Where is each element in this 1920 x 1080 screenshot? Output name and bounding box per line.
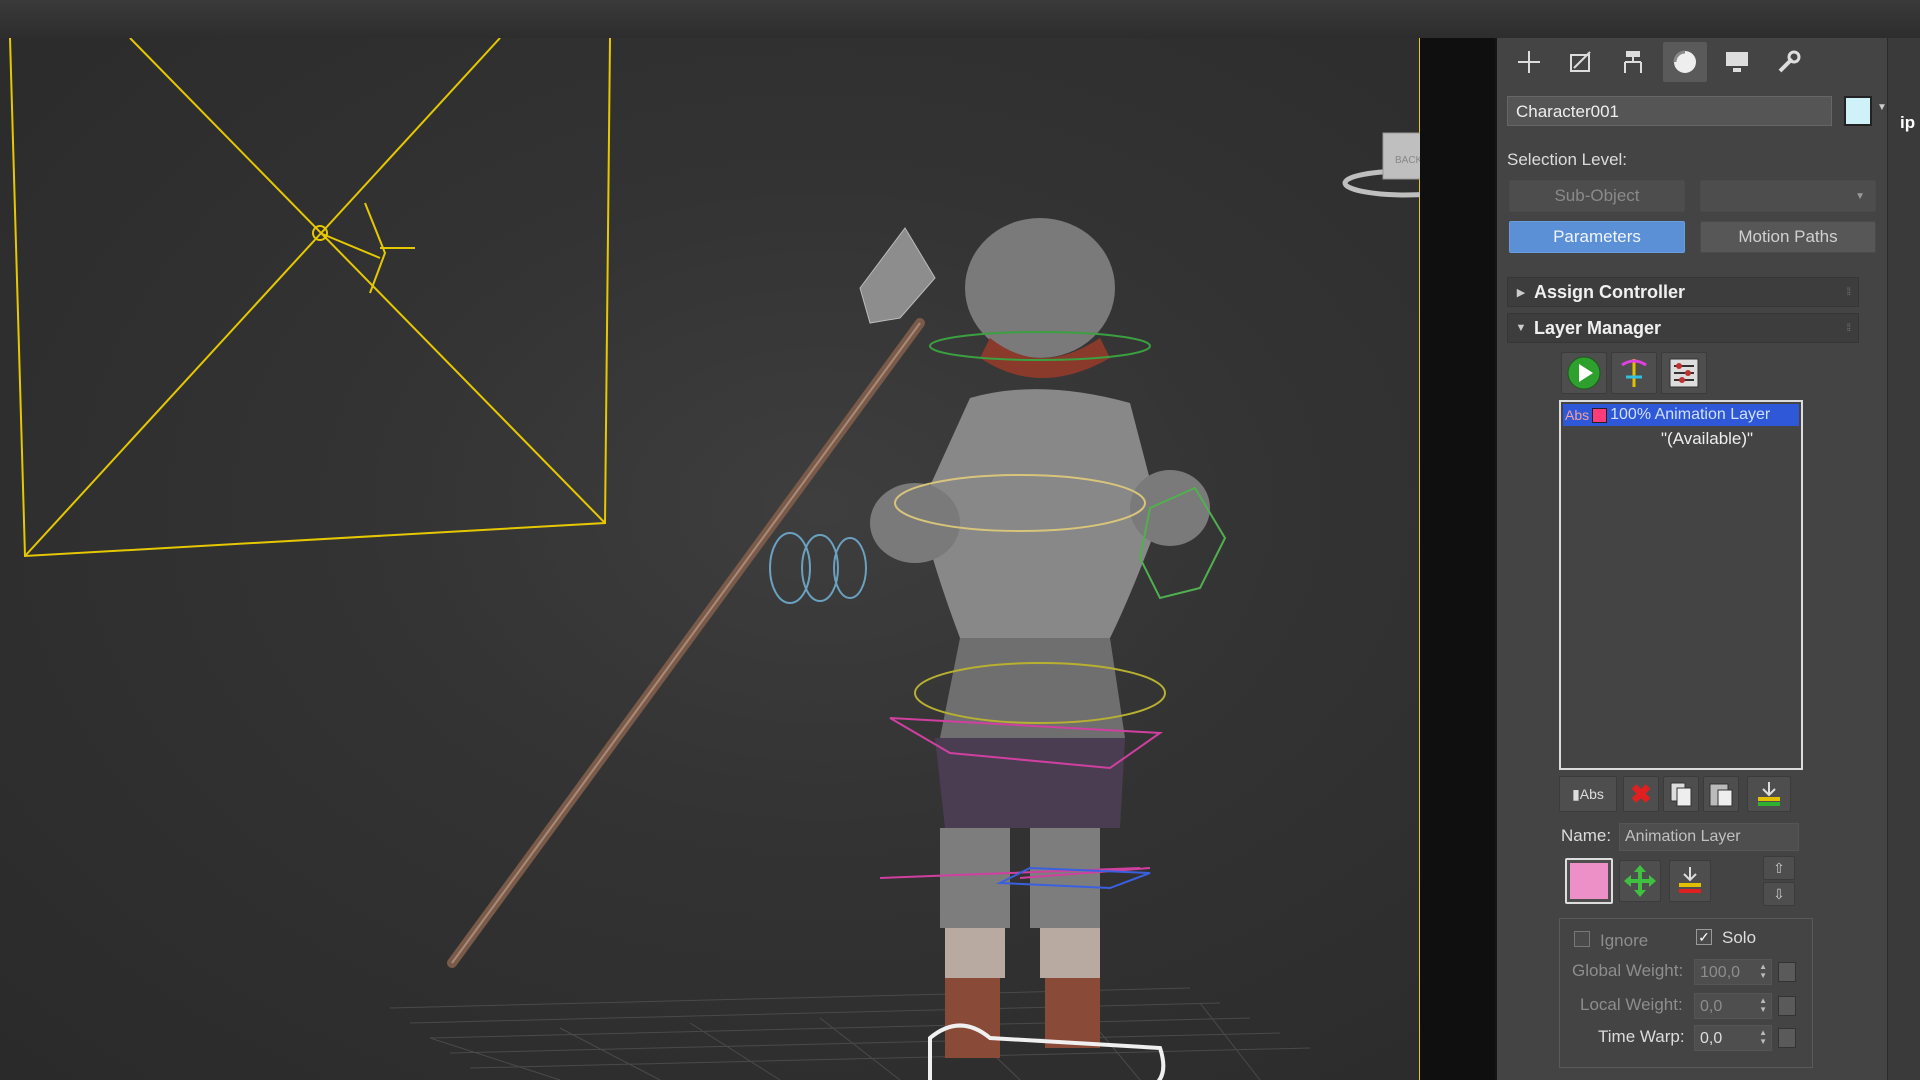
spinner-arrows-icon[interactable]: ▲ ▼ bbox=[1759, 1028, 1767, 1046]
copy-icon bbox=[1670, 782, 1692, 807]
time-warp-label: Time Warp: bbox=[1598, 1027, 1685, 1046]
time-warp-value: 0,0 bbox=[1700, 1030, 1723, 1047]
docked-panel-strip: ip bbox=[1887, 38, 1920, 1080]
move-layer-up-button[interactable]: ⇧ bbox=[1763, 856, 1795, 880]
chevron-down-icon: ▼ bbox=[1515, 322, 1527, 334]
spinner-arrows-icon[interactable]: ▲ ▼ bbox=[1759, 996, 1767, 1014]
display-icon bbox=[1726, 52, 1748, 72]
modify-icon bbox=[1570, 51, 1591, 72]
arrow-down-icon: ⇩ bbox=[1773, 885, 1785, 902]
layer-color-swatch bbox=[1570, 863, 1608, 899]
layer-manager-rollout[interactable]: ▼ Layer Manager ⁞⁞ bbox=[1507, 313, 1859, 343]
layer-objects-icon bbox=[1621, 359, 1647, 387]
solo-label: Solo bbox=[1722, 928, 1757, 947]
character-mesh bbox=[769, 218, 1227, 1080]
layer-color-button[interactable] bbox=[1565, 858, 1613, 904]
viewport-perspective[interactable]: BACK bbox=[0, 38, 1495, 1080]
layer-color-icon bbox=[1592, 407, 1608, 423]
selection-level-label: Selection Level: bbox=[1507, 150, 1628, 169]
ignore-checkbox[interactable] bbox=[1574, 931, 1590, 947]
rollout-title: Layer Manager bbox=[1534, 317, 1662, 338]
chevron-down-icon: ▼ bbox=[1855, 190, 1865, 202]
add-layer-button[interactable]: ▮ Abs bbox=[1559, 776, 1617, 812]
add-layer-icon: ▮ bbox=[1572, 785, 1580, 802]
utilities-tab[interactable] bbox=[1767, 42, 1811, 82]
hierarchy-icon bbox=[1624, 51, 1642, 73]
spear bbox=[447, 227, 936, 968]
layer-row-active[interactable]: Abs 100% Animation Layer bbox=[1563, 404, 1799, 426]
global-weight-value: 100,0 bbox=[1700, 964, 1741, 981]
utilities-icon bbox=[1778, 50, 1801, 73]
time-warp-spinner[interactable]: 0,0 ▲ ▼ bbox=[1694, 1025, 1772, 1051]
collapse-layer-button[interactable] bbox=[1747, 776, 1791, 812]
copy-layer-button[interactable] bbox=[1663, 776, 1699, 812]
ground-grid bbox=[389, 987, 1311, 1080]
layer-row-available[interactable]: "(Available)" bbox=[1661, 429, 1753, 449]
chevron-right-icon: ▶ bbox=[1516, 286, 1526, 299]
hierarchy-tab[interactable] bbox=[1611, 42, 1655, 82]
tab-parameters[interactable]: Parameters bbox=[1509, 221, 1685, 253]
set-layer-objects-button[interactable] bbox=[1619, 860, 1661, 902]
local-weight-label: Local Weight: bbox=[1580, 995, 1683, 1014]
paste-icon bbox=[1709, 783, 1733, 807]
layer-mode-label: Abs bbox=[1565, 407, 1590, 423]
global-weight-spinner[interactable]: 100,0 ▲ ▼ bbox=[1694, 959, 1772, 985]
name-label: Name: bbox=[1561, 826, 1612, 845]
title-bar bbox=[0, 0, 1920, 39]
ignore-label: Ignore bbox=[1600, 931, 1649, 950]
sub-object-dropdown[interactable]: ▼ bbox=[1700, 180, 1876, 212]
layer-name-input[interactable]: Animation Layer bbox=[1619, 823, 1799, 851]
delete-layer-button[interactable]: ✖ bbox=[1623, 776, 1659, 812]
command-panel-tabs bbox=[1497, 38, 1897, 86]
display-tab[interactable] bbox=[1715, 42, 1759, 82]
sub-object-button[interactable]: Sub-Object bbox=[1509, 180, 1685, 212]
viewcube-face-label: BACK bbox=[1395, 155, 1423, 166]
tab-motion-paths[interactable]: Motion Paths bbox=[1700, 221, 1876, 253]
solo-checkbox[interactable]: ✓ bbox=[1696, 929, 1712, 945]
time-warp-curve-button[interactable] bbox=[1778, 1028, 1796, 1048]
panel-menu-arrow-icon[interactable]: ▼ bbox=[1877, 102, 1887, 113]
grip-icon: ⁞⁞ bbox=[1846, 322, 1850, 334]
select-active-layer-objects-button[interactable] bbox=[1611, 352, 1657, 394]
delete-icon: ✖ bbox=[1630, 778, 1652, 809]
modify-tab[interactable] bbox=[1559, 42, 1603, 82]
scene-canvas: BACK bbox=[9, 38, 1468, 1080]
list-settings-icon bbox=[1669, 358, 1699, 388]
layer-properties-button[interactable] bbox=[1661, 352, 1707, 394]
enable-layers-button[interactable] bbox=[1561, 352, 1607, 394]
paste-layer-button[interactable] bbox=[1703, 776, 1739, 812]
global-weight-curve-button[interactable] bbox=[1778, 962, 1796, 982]
local-weight-curve-button[interactable] bbox=[1778, 996, 1796, 1016]
layer-name: 100% Animation Layer bbox=[1610, 406, 1771, 423]
rollout-title: Assign Controller bbox=[1534, 281, 1686, 302]
motion-icon bbox=[1673, 50, 1696, 73]
object-name-field[interactable]: Character001 bbox=[1507, 96, 1832, 126]
local-weight-spinner[interactable]: 0,0 ▲ ▼ bbox=[1694, 993, 1772, 1019]
play-icon bbox=[1567, 356, 1601, 390]
viewport-outside-safe-frame bbox=[1420, 38, 1495, 1080]
object-color-swatch[interactable] bbox=[1844, 96, 1872, 126]
layer-properties-group: Ignore ✓ Solo Global Weight: 100,0 ▲ ▼ Lo… bbox=[1559, 918, 1813, 1068]
command-panel: Character001 ▼ Selection Level: Sub-Obje… bbox=[1497, 38, 1887, 1080]
move-arrows-icon bbox=[1624, 865, 1656, 897]
collapse-down-button[interactable] bbox=[1669, 860, 1711, 902]
local-weight-value: 0,0 bbox=[1700, 998, 1723, 1015]
camera-gizmo bbox=[9, 38, 611, 558]
create-icon bbox=[1518, 51, 1540, 73]
collapse-layer-icon bbox=[1758, 782, 1780, 806]
layer-list[interactable]: Abs 100% Animation Layer "(Available)" bbox=[1559, 400, 1803, 770]
docked-panel-label: ip bbox=[1900, 113, 1916, 132]
collapse-down-icon bbox=[1679, 867, 1701, 893]
arrow-up-icon: ⇧ bbox=[1773, 859, 1785, 876]
add-layer-mode-label: Abs bbox=[1579, 786, 1604, 802]
grip-icon: ⁞⁞ bbox=[1846, 286, 1850, 298]
motion-tab[interactable] bbox=[1663, 42, 1707, 82]
spinner-arrows-icon[interactable]: ▲ ▼ bbox=[1759, 962, 1767, 980]
assign-controller-rollout[interactable]: ▶ Assign Controller ⁞⁞ bbox=[1507, 277, 1859, 307]
create-tab[interactable] bbox=[1507, 42, 1551, 82]
global-weight-label: Global Weight: bbox=[1572, 961, 1684, 980]
move-layer-down-button[interactable]: ⇩ bbox=[1763, 882, 1795, 906]
